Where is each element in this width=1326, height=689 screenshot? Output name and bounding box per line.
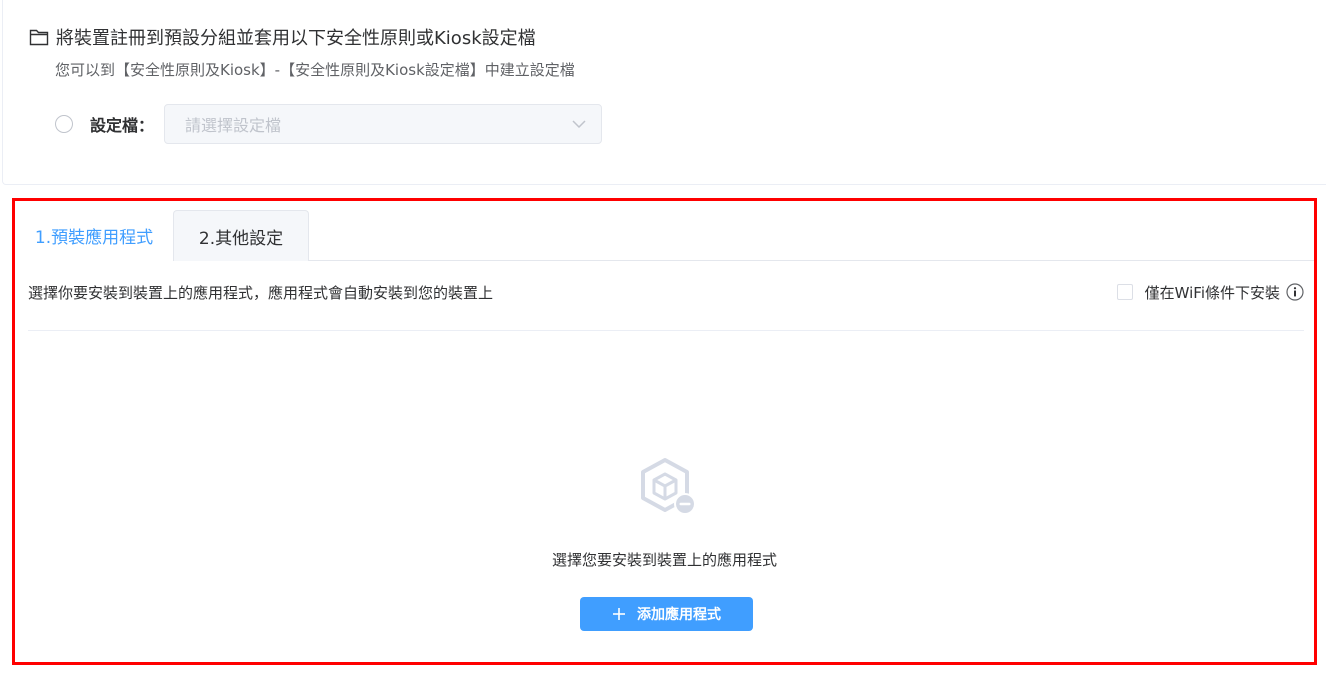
section-subtitle: 您可以到【安全性原則及Kiosk】-【安全性原則及Kiosk設定檔】中建立設定檔 [55,61,575,79]
profile-section: 將裝置註冊到預設分組並套用以下安全性原則或Kiosk設定檔 您可以到【安全性原則… [2,0,1326,185]
section-title: 將裝置註冊到預設分組並套用以下安全性原則或Kiosk設定檔 [29,24,536,50]
tab-preinstall-apps[interactable]: 1.預裝應用程式 [15,210,173,261]
description-row: 選擇你要安裝到裝置上的應用程式，應用程式會自動安裝到您的裝置上 僅在WiFi條件… [28,281,1304,303]
add-app-button-label: 添加應用程式 [637,606,721,622]
app-preinstall-panel: 1.預裝應用程式 2.其他設定 選擇你要安裝到裝置上的應用程式，應用程式會自動安… [15,201,1314,662]
add-app-button[interactable]: 添加應用程式 [580,597,753,631]
divider [28,330,1304,331]
info-icon[interactable] [1286,283,1304,301]
profile-select[interactable]: 請選擇設定檔 [164,104,603,144]
section-title-text: 將裝置註冊到預設分組並套用以下安全性原則或Kiosk設定檔 [56,28,536,49]
tabs-bar: 1.預裝應用程式 2.其他設定 [15,210,1314,261]
wifi-only-option[interactable]: 僅在WiFi條件下安裝 [1116,282,1304,303]
app-package-icon [641,458,696,515]
chevron-down-icon [572,120,586,129]
plus-icon [613,608,625,620]
empty-state-text: 選擇您要安裝到裝置上的應用程式 [551,551,777,569]
wifi-only-label[interactable]: 僅在WiFi條件下安裝 [1145,282,1280,303]
folder-icon [29,29,49,46]
profile-row: 設定檔： 請選擇設定檔 [55,104,603,144]
profile-label: 設定檔： [90,116,155,135]
tab-other-settings[interactable]: 2.其他設定 [173,210,309,261]
preinstall-description: 選擇你要安裝到裝置上的應用程式，應用程式會自動安裝到您的裝置上 [28,283,494,302]
wifi-only-checkbox[interactable] [1116,284,1133,300]
profile-select-placeholder: 請選擇設定檔 [185,116,282,135]
profile-radio[interactable] [55,115,73,133]
